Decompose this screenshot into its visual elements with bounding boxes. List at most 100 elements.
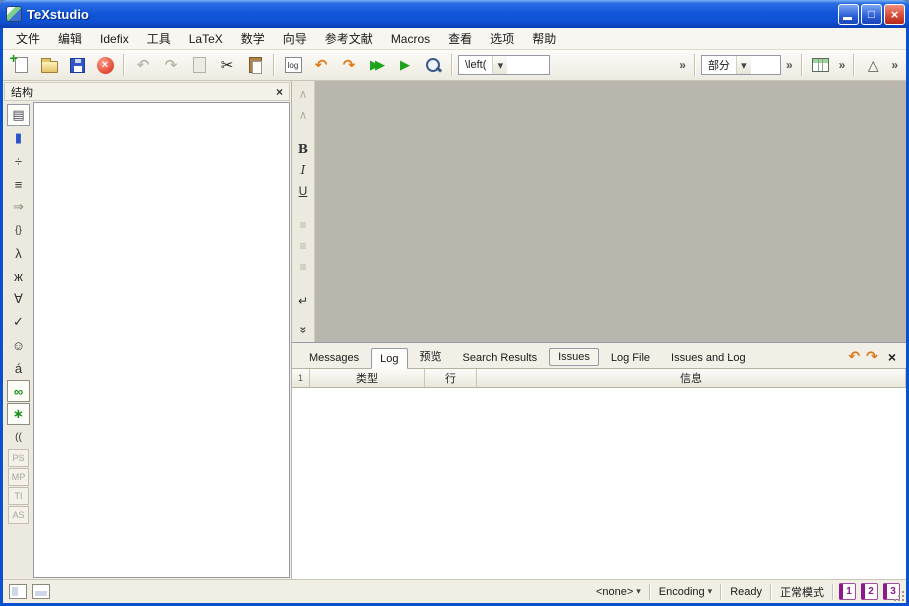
status-text: Ready — [727, 586, 765, 598]
side-tab-misc-math[interactable]: ✓ — [7, 311, 30, 333]
mode-indicator[interactable]: 正常模式 — [777, 584, 827, 600]
section-combo[interactable]: 部分▾ — [701, 55, 781, 75]
redo-button[interactable]: ↷ — [158, 53, 184, 77]
tab-log[interactable]: Log — [371, 348, 407, 369]
tab-messages[interactable]: Messages — [300, 347, 368, 368]
log-column-type[interactable]: 类型 — [310, 369, 425, 387]
tab-issues[interactable]: Issues — [549, 348, 599, 366]
structure-tree[interactable] — [33, 102, 290, 578]
bold-button[interactable]: B — [294, 140, 313, 158]
side-tab-pstricks[interactable]: PS — [8, 449, 29, 467]
menu-options[interactable]: 选项 — [481, 27, 523, 50]
menu-view[interactable]: 查看 — [439, 27, 481, 50]
italic-button[interactable]: I — [294, 161, 313, 179]
side-tab-infinity-symbols[interactable]: ∞ — [7, 380, 30, 402]
side-tab-bookmarks[interactable]: ▮ — [7, 127, 30, 149]
align-right-button[interactable]: ≡ — [294, 258, 313, 276]
log-column-line[interactable]: 行 — [425, 369, 477, 387]
section-toolbar-overflow-chevron[interactable]: » — [783, 58, 796, 72]
close-document-icon: × — [97, 57, 114, 74]
menu-latex[interactable]: LaTeX — [180, 29, 232, 49]
output-tabs: Messages Log 预览 Search Results Issues Lo… — [292, 343, 906, 369]
tab-preview[interactable]: 预览 — [411, 343, 451, 368]
side-tab-accents[interactable]: á — [7, 357, 30, 379]
tab-log-file[interactable]: Log File — [602, 347, 659, 368]
tab-issues-and-log[interactable]: Issues and Log — [662, 347, 755, 368]
view-log-button[interactable]: log — [280, 53, 306, 77]
underline-button[interactable]: U — [294, 182, 313, 200]
maximize-button[interactable]: □ — [861, 4, 882, 25]
side-tab-delimiters[interactable]: {} — [7, 219, 30, 241]
undo-button[interactable]: ↶ — [130, 53, 156, 77]
structure-panel-close-icon[interactable]: × — [276, 85, 283, 99]
side-tab-star-operators[interactable]: ∗ — [7, 403, 30, 425]
math-symbol-button[interactable]: △ — [860, 53, 886, 77]
fmt-up-arrow2-icon[interactable]: ∧ — [294, 106, 313, 124]
copy-button[interactable] — [186, 53, 212, 77]
open-folder-icon — [41, 61, 58, 73]
log-table-body[interactable] — [292, 388, 906, 579]
close-document-button[interactable]: × — [92, 53, 118, 77]
side-tab-logic[interactable]: ∀ — [7, 288, 30, 310]
output-panel-close-icon[interactable]: × — [884, 349, 900, 365]
menu-file[interactable]: 文件 — [7, 27, 49, 50]
side-tab-cyrillic[interactable]: ж — [7, 265, 30, 287]
align-center-button[interactable]: ≡ — [294, 237, 313, 255]
fmt-up-arrow-icon[interactable]: ∧ — [294, 85, 313, 103]
document-selector[interactable]: <none> ▾ — [593, 586, 644, 598]
encoding-selector-value: Encoding — [659, 586, 705, 598]
layout-single-icon[interactable] — [9, 584, 27, 599]
newline-button[interactable]: ↵ — [294, 292, 313, 310]
side-tab-greek[interactable]: λ — [7, 242, 30, 264]
cut-button[interactable]: ✂ — [214, 53, 240, 77]
menu-help[interactable]: 帮助 — [523, 27, 565, 50]
jump-back-button[interactable]: ↶ — [308, 53, 334, 77]
side-tab-brackets[interactable]: (( — [7, 426, 30, 448]
bookmark-1-button[interactable]: 1 — [839, 583, 856, 600]
menu-idefix[interactable]: Idefix — [91, 29, 138, 49]
view-pdf-button[interactable] — [420, 53, 446, 77]
tab-search-results[interactable]: Search Results — [454, 347, 547, 368]
menu-edit[interactable]: 编辑 — [49, 27, 91, 50]
new-document-button[interactable] — [8, 53, 34, 77]
left-delimiter-combo[interactable]: \left(▾ — [458, 55, 550, 75]
menu-tools[interactable]: 工具 — [138, 27, 180, 50]
side-tab-relations[interactable]: ≡ — [7, 173, 30, 195]
menu-wizard[interactable]: 向导 — [274, 27, 316, 50]
statusbar-separator — [770, 584, 772, 600]
open-file-button[interactable] — [36, 53, 62, 77]
bookmark-2-button[interactable]: 2 — [861, 583, 878, 600]
table-toolbar-overflow-chevron[interactable]: » — [836, 58, 849, 72]
side-tab-tikz[interactable]: TI — [8, 487, 29, 505]
align-left-button[interactable]: ≡ — [294, 216, 313, 234]
side-tab-misc-symbols[interactable]: ☺ — [7, 334, 30, 356]
log-column-message[interactable]: 信息 — [477, 369, 906, 387]
toolbar-separator — [451, 54, 453, 76]
menu-math[interactable]: 数学 — [232, 27, 274, 50]
jump-forward-button[interactable]: ↷ — [336, 53, 362, 77]
close-button[interactable]: × — [884, 4, 905, 25]
toolbar-separator — [123, 54, 125, 76]
build-and-view-button[interactable]: ▶▶ — [364, 53, 390, 77]
paste-button[interactable] — [242, 53, 268, 77]
menu-macros[interactable]: Macros — [382, 29, 439, 49]
side-tab-structure[interactable]: ▤ — [7, 104, 30, 126]
compile-button[interactable]: ▶ — [392, 53, 418, 77]
math-toolbar-overflow-chevron[interactable]: » — [888, 58, 901, 72]
side-tab-operators[interactable]: ÷ — [7, 150, 30, 172]
resize-grip[interactable] — [893, 590, 906, 603]
side-tab-arrows[interactable]: ⇒ — [7, 196, 30, 218]
encoding-selector[interactable]: Encoding ▾ — [656, 586, 715, 598]
minimize-button[interactable] — [838, 4, 859, 25]
toolbar-overflow-chevron[interactable]: » — [676, 58, 689, 72]
side-tab-asymptote[interactable]: AS — [8, 506, 29, 524]
side-tab-metapost[interactable]: MP — [8, 468, 29, 486]
format-strip-collapse-icon[interactable]: » — [294, 321, 312, 340]
output-jump-forward-icon[interactable]: ↷ — [866, 348, 878, 365]
menu-bibliography[interactable]: 参考文献 — [316, 27, 382, 50]
output-jump-back-icon[interactable]: ↶ — [848, 348, 860, 365]
save-button[interactable] — [64, 53, 90, 77]
table-wizard-button[interactable] — [808, 53, 834, 77]
log-row-header: 1 — [292, 369, 310, 387]
layout-split-icon[interactable] — [32, 584, 50, 599]
